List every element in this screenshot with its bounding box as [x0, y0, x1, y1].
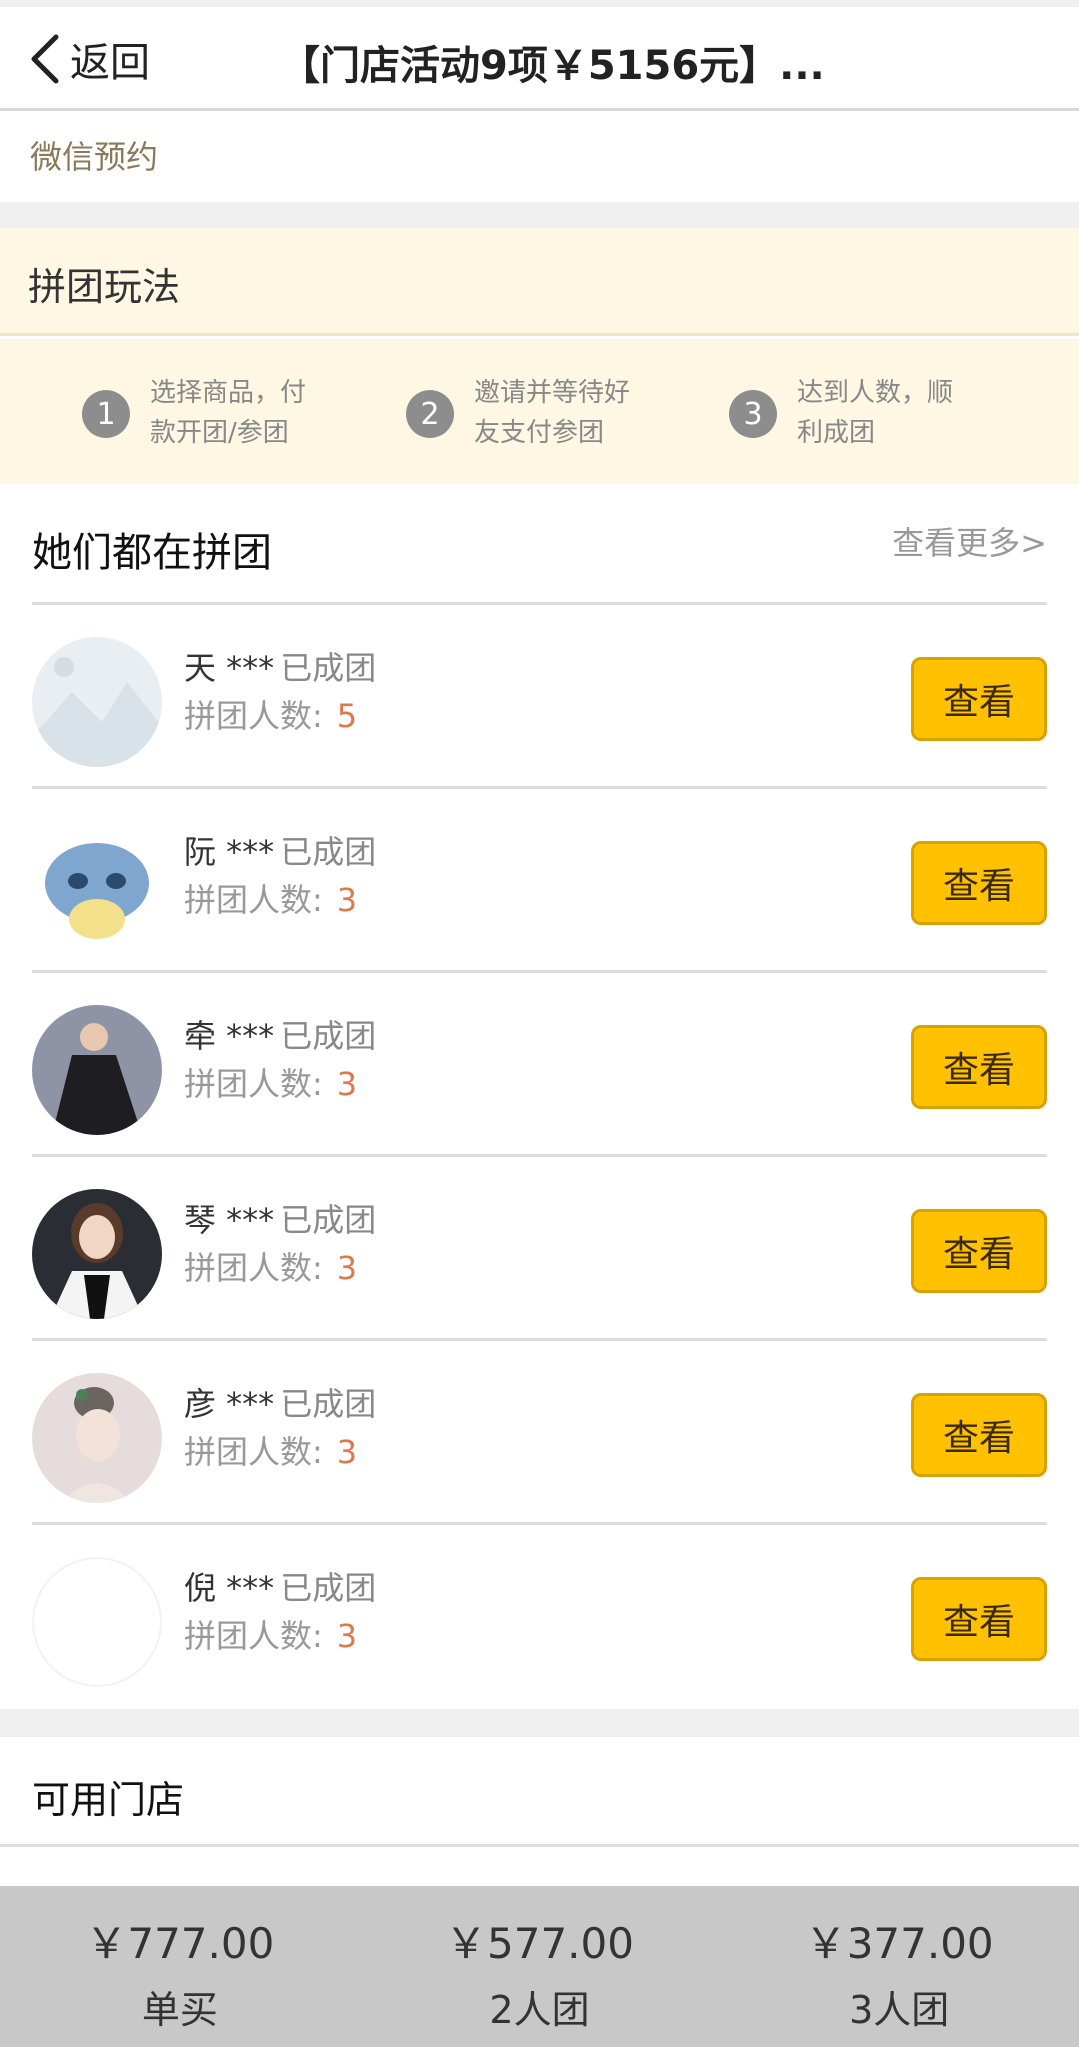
member-count-line: 拼团人数: 3 [184, 1427, 357, 1473]
option-label: 单买 [141, 1988, 218, 2032]
back-label: 返回 [70, 40, 150, 86]
step-number-badge: 2 [406, 390, 454, 438]
view-button[interactable]: 查看 [911, 657, 1047, 741]
member-name-line: 牵 *** 已成团 [184, 1011, 376, 1057]
group-rules-steps: 1 选择商品，付款开团/参团 2 邀请并等待好友支付参团 3 达到人数，顺利成团 [0, 339, 1079, 484]
member-count: 3 [336, 1249, 358, 1287]
available-stores-title: 可用门店 [32, 1778, 185, 1822]
member-name-line: 天 *** 已成团 [184, 643, 376, 689]
available-stores-row[interactable]: 可用门店 [0, 1737, 1079, 1847]
view-button[interactable]: 查看 [911, 1209, 1047, 1293]
member-name: 琴 *** [184, 1201, 275, 1239]
rule-step: 2 邀请并等待好友支付参团 [406, 373, 654, 453]
member-count: 3 [336, 881, 358, 919]
page-title: 【门店活动9项￥5156元】... [280, 43, 825, 89]
section-divider [0, 1709, 1079, 1737]
option-label: 2人团 [489, 1988, 590, 2032]
photo-avatar [32, 1189, 162, 1319]
group-row: 牵 *** 已成团 拼团人数: 3 查看 [32, 973, 1047, 1157]
rule-step: 3 达到人数，顺利成团 [729, 373, 977, 453]
header-bar: 返回 【门店活动9项￥5156元】... [0, 7, 1079, 111]
member-count-line: 拼团人数: 3 [184, 1243, 357, 1289]
chevron-left-icon [31, 34, 59, 84]
option-price: ￥577.00 [445, 1919, 634, 1968]
cartoon-avatar [32, 821, 162, 951]
member-name-line: 琴 *** 已成团 [184, 1195, 376, 1241]
group-row: 琴 *** 已成团 拼团人数: 3 查看 [32, 1157, 1047, 1341]
member-name: 阮 *** [184, 833, 275, 871]
view-button[interactable]: 查看 [911, 1577, 1047, 1661]
section-divider [0, 202, 1079, 228]
group-status: 已成团 [280, 1201, 377, 1239]
wechat-booking-row[interactable]: 微信预约 [0, 114, 1079, 202]
rule-step: 1 选择商品，付款开团/参团 [82, 373, 330, 453]
member-name-line: 倪 *** 已成团 [184, 1563, 376, 1609]
member-count-line: 拼团人数: 5 [184, 691, 357, 737]
placeholder-avatar [32, 637, 162, 767]
wechat-booking-label: 微信预约 [30, 138, 159, 176]
group-list-title: 她们都在拼团 [32, 530, 272, 576]
group-list-section: 她们都在拼团 查看更多> 天 *** 已成团 拼团人数: 5 查看 阮 *** … [0, 484, 1079, 1709]
group-row: 天 *** 已成团 拼团人数: 5 查看 [32, 605, 1047, 789]
member-count: 5 [336, 697, 358, 735]
step-text: 选择商品，付款开团/参团 [150, 378, 307, 448]
option-label: 3人团 [849, 1988, 950, 2032]
member-count: 3 [336, 1433, 358, 1471]
member-count: 3 [336, 1617, 358, 1655]
count-label: 拼团人数: [184, 1065, 323, 1103]
blank-avatar [32, 1557, 162, 1687]
status-strip [0, 0, 1079, 7]
count-label: 拼团人数: [184, 697, 323, 735]
count-label: 拼团人数: [184, 1617, 323, 1655]
back-button[interactable]: 返回 [28, 29, 150, 89]
page: 返回 【门店活动9项￥5156元】... 微信预约 拼团玩法 1 选择商品，付款… [0, 0, 1079, 2047]
group-status: 已成团 [280, 1017, 377, 1055]
step-text: 邀请并等待好友支付参团 [474, 378, 631, 448]
group-of-3-option[interactable]: ￥377.00 3人团 [719, 1886, 1079, 2047]
group-row: 彦 *** 已成团 拼团人数: 3 查看 [32, 1341, 1047, 1525]
group-status: 已成团 [280, 1569, 377, 1607]
group-rules-header: 拼团玩法 [0, 228, 1079, 336]
count-label: 拼团人数: [184, 1433, 323, 1471]
member-name: 倪 *** [184, 1569, 275, 1607]
purchase-options-bar: ￥777.00 单买 ￥577.00 2人团 ￥377.00 3人团 [0, 1886, 1079, 2047]
group-status: 已成团 [280, 1385, 377, 1423]
photo-avatar [32, 1005, 162, 1135]
count-label: 拼团人数: [184, 881, 323, 919]
group-row: 倪 *** 已成团 拼团人数: 3 查看 [32, 1525, 1047, 1709]
step-number-badge: 1 [82, 390, 130, 438]
stores-content [0, 1850, 1079, 1886]
member-name-line: 阮 *** 已成团 [184, 827, 376, 873]
group-status: 已成团 [280, 649, 377, 687]
group-rules-title: 拼团玩法 [28, 265, 181, 309]
step-text: 达到人数，顺利成团 [797, 378, 954, 448]
member-count-line: 拼团人数: 3 [184, 1059, 357, 1105]
member-count: 3 [336, 1065, 358, 1103]
view-more-link[interactable]: 查看更多> [892, 518, 1047, 564]
option-price: ￥777.00 [85, 1919, 275, 1968]
buy-single-option[interactable]: ￥777.00 单买 [0, 1886, 360, 2047]
member-name: 牵 *** [184, 1017, 275, 1055]
illustration-avatar [32, 1373, 162, 1503]
member-name-line: 彦 *** 已成团 [184, 1379, 376, 1425]
group-of-2-option[interactable]: ￥577.00 2人团 [360, 1886, 720, 2047]
view-button[interactable]: 查看 [911, 1025, 1047, 1109]
member-name: 彦 *** [184, 1385, 275, 1423]
member-count-line: 拼团人数: 3 [184, 875, 357, 921]
view-button[interactable]: 查看 [911, 841, 1047, 925]
count-label: 拼团人数: [184, 1249, 323, 1287]
view-button[interactable]: 查看 [911, 1393, 1047, 1477]
member-count-line: 拼团人数: 3 [184, 1611, 357, 1657]
member-name: 天 *** [184, 649, 275, 687]
group-status: 已成团 [280, 833, 377, 871]
step-number-badge: 3 [729, 390, 777, 438]
group-row: 阮 *** 已成团 拼团人数: 3 查看 [32, 789, 1047, 973]
option-price: ￥377.00 [804, 1919, 994, 1968]
